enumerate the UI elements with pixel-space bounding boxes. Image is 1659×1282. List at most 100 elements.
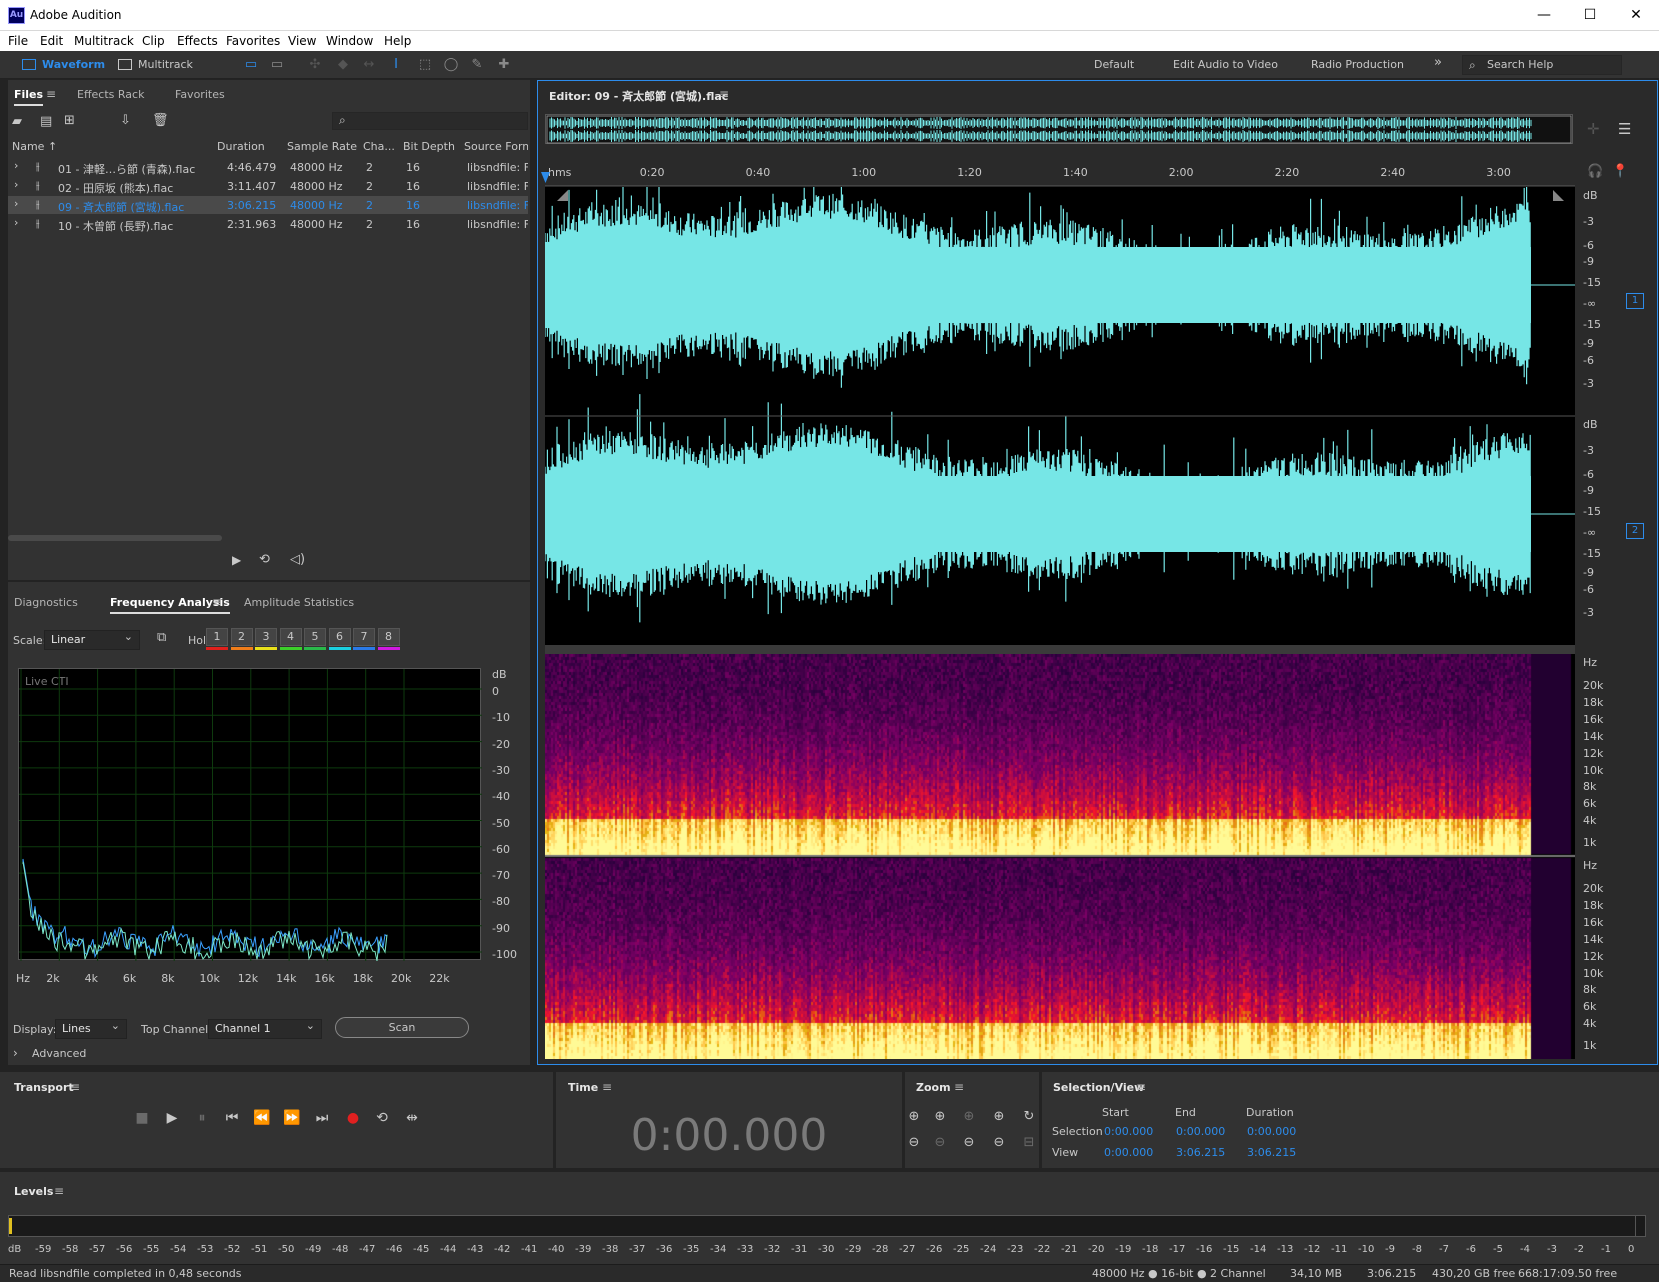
menu-file[interactable]: File (8, 34, 28, 48)
search-help-input[interactable]: ⌕ Search Help (1462, 55, 1622, 75)
brush-tool-icon[interactable]: ✎ (468, 56, 486, 74)
levels-menu-icon[interactable]: ≡ (54, 1184, 64, 1198)
display-dropdown[interactable]: Lines (55, 1017, 127, 1039)
transport-menu-icon[interactable]: ≡ (70, 1080, 80, 1094)
tab-diagnostics[interactable]: Diagnostics (14, 596, 78, 609)
close-button[interactable]: ✕ (1613, 0, 1659, 31)
view-end-value[interactable]: 3:06.215 (1176, 1146, 1225, 1159)
menu-view[interactable]: View (288, 34, 316, 48)
menu-window[interactable]: Window (326, 34, 373, 48)
expand-chevron-icon[interactable]: › (14, 178, 18, 191)
hold-button-6[interactable]: 6 (328, 628, 351, 646)
column-sample-rate[interactable]: Sample Rate (287, 140, 357, 153)
open-file-icon[interactable]: ▰ (12, 114, 22, 129)
record-icon[interactable]: ● (343, 1108, 363, 1128)
selection-duration-value[interactable]: 0:00.000 (1247, 1125, 1296, 1138)
expand-chevron-icon[interactable]: › (14, 197, 18, 210)
fast-forward-icon[interactable]: ⏩ (282, 1108, 302, 1128)
workspace-default[interactable]: Default (1094, 58, 1134, 71)
zoom-menu-icon[interactable]: ≡ (954, 1080, 964, 1094)
auto-play-icon[interactable]: ◁) (290, 552, 305, 567)
zoom-selection-start-icon[interactable]: ⊖ (959, 1133, 979, 1153)
move-tool-icon[interactable]: ✣ (306, 56, 324, 74)
hold-button-1[interactable]: 1 (206, 628, 228, 646)
menu-effects[interactable]: Effects (177, 34, 218, 48)
snapshot-icon[interactable]: ⧉ (157, 630, 166, 645)
editor-view-menu-icon[interactable]: ☰ (1618, 120, 1631, 138)
advanced-chevron-icon[interactable]: › (13, 1046, 18, 1060)
tab-amplitude-statistics[interactable]: Amplitude Statistics (244, 596, 354, 609)
zoom-in-time-icon[interactable]: ⊕ (930, 1107, 950, 1127)
delete-file-icon[interactable]: 🗑 (152, 113, 169, 128)
marquee-tool-icon[interactable]: ⬚ (416, 56, 434, 74)
files-horizontal-scrollbar[interactable] (8, 535, 222, 541)
skip-selection-icon[interactable]: ⇹ (402, 1108, 422, 1128)
maximize-button[interactable]: ☐ (1567, 0, 1613, 31)
menu-edit[interactable]: Edit (40, 34, 63, 48)
file-row[interactable]: › ⫲ 10 - 木曽節 (長野).flac 2:31.963 48000 Hz… (8, 215, 528, 233)
minimize-button[interactable]: — (1521, 0, 1567, 31)
spectral-view-icon[interactable]: ▭ (268, 56, 286, 74)
zoom-reset-icon[interactable]: ✛ (1587, 120, 1600, 138)
channel-2-badge[interactable]: 2 (1626, 523, 1644, 539)
hold-button-3[interactable]: 3 (255, 628, 277, 646)
zoom-in-amplitude-icon[interactable]: ⊕ (904, 1107, 924, 1127)
files-search-input[interactable]: ⌕ (332, 112, 528, 130)
menu-favorites[interactable]: Favorites (226, 34, 280, 48)
editor-menu-icon[interactable]: ≡ (719, 87, 729, 101)
lasso-tool-icon[interactable]: ◯ (442, 56, 460, 74)
selection-start-value[interactable]: 0:00.000 (1104, 1125, 1153, 1138)
pause-icon[interactable]: ⏸ (192, 1108, 212, 1128)
workspace-radio-production[interactable]: Radio Production (1311, 58, 1404, 71)
play-icon[interactable]: ▶ (162, 1108, 182, 1128)
preview-loop-icon[interactable]: ⟲ (259, 552, 270, 567)
more-workspaces-button[interactable]: » (1434, 55, 1442, 70)
column-duration[interactable]: Duration (217, 140, 265, 153)
selection-view-menu-icon[interactable]: ≡ (1136, 1080, 1146, 1094)
column-channels[interactable]: Cha... (363, 140, 395, 153)
tab-favorites[interactable]: Favorites (175, 88, 225, 101)
view-duration-value[interactable]: 3:06.215 (1247, 1146, 1296, 1159)
waveform-mode-button[interactable]: Waveform (18, 55, 105, 75)
zoom-out-time-icon[interactable]: ⊖ (930, 1133, 950, 1153)
import-file-icon[interactable]: ▤ (40, 114, 52, 129)
time-selection-tool-icon[interactable]: I (387, 56, 405, 74)
waveform-view-icon[interactable]: ▭ (242, 56, 260, 74)
selection-end-value[interactable]: 0:00.000 (1176, 1125, 1225, 1138)
workspace-edit-audio-to-video[interactable]: Edit Audio to Video (1173, 58, 1278, 71)
hold-button-8[interactable]: 8 (377, 628, 400, 646)
zoom-to-selection-icon[interactable]: ⊕ (989, 1107, 1009, 1127)
channel-1-badge[interactable]: 1 (1626, 293, 1644, 309)
hold-button-4[interactable]: 4 (279, 628, 302, 646)
zoom-out-amplitude-icon[interactable]: ⊖ (904, 1133, 924, 1153)
scale-dropdown[interactable]: Linear (44, 628, 140, 650)
preview-play-icon[interactable]: ▶ (232, 553, 241, 567)
zoom-in-point-icon[interactable]: ⊕ (959, 1107, 979, 1127)
time-ruler[interactable] (545, 160, 1575, 186)
go-to-end-icon[interactable]: ⏭ (312, 1108, 332, 1128)
menu-help[interactable]: Help (384, 34, 411, 48)
hold-button-7[interactable]: 7 (353, 628, 375, 646)
waveform-display[interactable] (545, 187, 1575, 645)
file-row[interactable]: › ⫲ 02 - 田原坂 (熊本).flac 3:11.407 48000 Hz… (8, 177, 528, 195)
spectral-divider[interactable] (545, 645, 1575, 654)
loop-playback-icon[interactable]: ⟲ (372, 1108, 392, 1128)
spot-healing-tool-icon[interactable]: ✚ (495, 56, 513, 74)
expand-chevron-icon[interactable]: › (14, 159, 18, 172)
spectral-display[interactable] (545, 654, 1575, 1059)
hold-button-5[interactable]: 5 (304, 628, 326, 646)
file-row[interactable]: › ⫲ 01 - 津軽…ら節 (青森).flac 4:46.479 48000 … (8, 158, 528, 176)
hold-button-2[interactable]: 2 (230, 628, 253, 646)
menu-clip[interactable]: Clip (142, 34, 165, 48)
marker-pin-icon[interactable]: 📍 (1612, 164, 1628, 179)
headphones-icon[interactable]: 🎧 (1587, 164, 1603, 179)
file-row-selected[interactable]: › ⫲ 09 - 斉太郎節 (宮城).flac 3:06.215 48000 H… (8, 196, 528, 214)
razor-tool-icon[interactable]: ◆ (334, 56, 352, 74)
advanced-section[interactable]: Advanced (32, 1047, 86, 1060)
tab-effects-rack[interactable]: Effects Rack (77, 88, 144, 101)
new-file-icon[interactable]: ⊞ (64, 113, 75, 128)
time-menu-icon[interactable]: ≡ (602, 1080, 612, 1094)
column-bit-depth[interactable]: Bit Depth (403, 140, 455, 153)
scan-button[interactable]: Scan (335, 1017, 469, 1038)
rewind-icon[interactable]: ⏪ (252, 1108, 272, 1128)
